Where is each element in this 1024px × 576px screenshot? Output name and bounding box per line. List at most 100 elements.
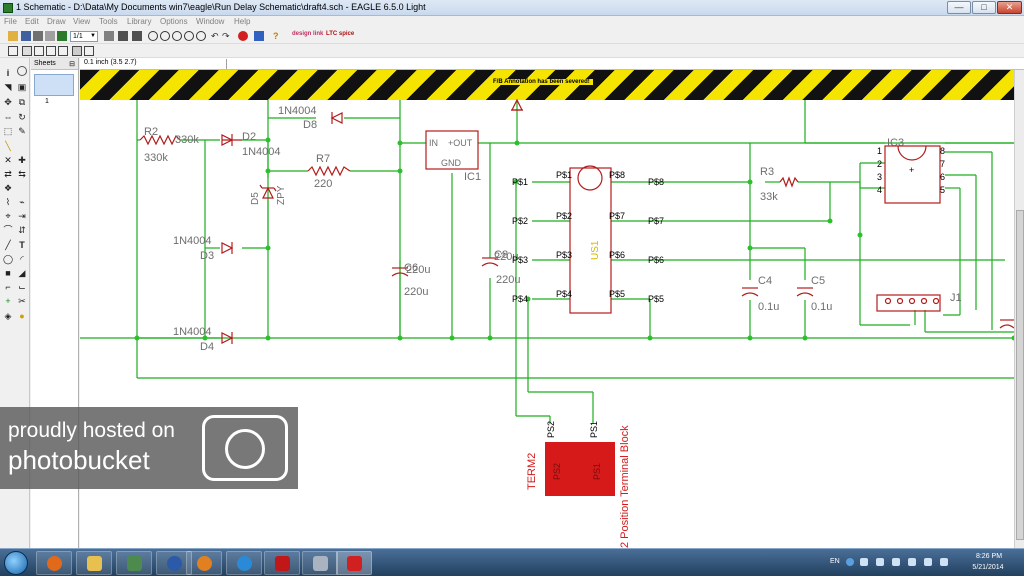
taskbar-eagle[interactable]: [336, 551, 372, 575]
c4-value-label: 0.1u: [758, 301, 779, 313]
volume-icon[interactable]: [940, 558, 948, 566]
info-panel-icon[interactable]: [58, 46, 68, 56]
device-tray-icon[interactable]: [908, 558, 916, 566]
tray-expand-icon[interactable]: [860, 558, 868, 566]
open-icon[interactable]: [8, 31, 18, 41]
mark-icon[interactable]: [46, 46, 56, 56]
save-icon[interactable]: [21, 31, 31, 41]
menu-file[interactable]: File: [4, 17, 17, 26]
text-icon[interactable]: T: [17, 240, 27, 250]
grid-icon[interactable]: [22, 46, 32, 56]
go-icon[interactable]: [254, 31, 264, 41]
group-icon[interactable]: ⬚: [3, 126, 13, 136]
maximize-button[interactable]: □: [972, 1, 996, 14]
smash-icon[interactable]: ⌖: [3, 211, 13, 221]
erc-icon[interactable]: ●: [17, 311, 27, 321]
redraw-icon[interactable]: [184, 31, 194, 41]
vertical-scrollbar[interactable]: [1014, 70, 1024, 548]
run-icon[interactable]: [132, 31, 142, 41]
taskbar-firefox[interactable]: [36, 551, 72, 575]
split-icon[interactable]: ⌇: [3, 197, 13, 207]
name-icon[interactable]: ❖: [3, 183, 13, 193]
menu-draw[interactable]: Draw: [47, 17, 66, 26]
minimize-button[interactable]: —: [947, 1, 971, 14]
miter-icon[interactable]: ⌒: [3, 225, 13, 235]
clock-date[interactable]: 5/21/2014: [966, 564, 1010, 571]
show-icon[interactable]: [17, 66, 27, 76]
mirror-icon[interactable]: ⇔: [3, 112, 13, 122]
wire-icon[interactable]: ╱: [3, 240, 13, 250]
scrollbar-thumb[interactable]: [1016, 210, 1024, 540]
zoom-select-icon[interactable]: [196, 31, 206, 41]
sheet-thumbnail[interactable]: [34, 74, 74, 96]
ulp-icon[interactable]: [118, 31, 128, 41]
properties-icon[interactable]: [84, 46, 94, 56]
menu-window[interactable]: Window: [196, 17, 224, 26]
taskbar-media-player[interactable]: [186, 551, 222, 575]
add-icon[interactable]: ✚: [17, 155, 27, 165]
pinswap-icon[interactable]: ⇄: [3, 169, 13, 179]
language-indicator[interactable]: EN: [830, 558, 840, 565]
menu-options[interactable]: Options: [160, 17, 188, 26]
undo-icon[interactable]: ↶: [211, 31, 221, 41]
zoom-out-icon[interactable]: [172, 31, 182, 41]
menu-edit[interactable]: Edit: [25, 17, 39, 26]
help-icon[interactable]: ?: [273, 31, 283, 41]
junction-icon[interactable]: +: [3, 296, 13, 306]
us1-pin-p4: P$4: [556, 289, 572, 299]
info-icon[interactable]: i: [3, 68, 13, 78]
pin-icon[interactable]: ⊟: [69, 60, 75, 68]
design-link-logo[interactable]: design link: [292, 31, 323, 37]
taskbar-acrobat[interactable]: [264, 551, 300, 575]
circle-icon[interactable]: ◯: [3, 254, 13, 264]
close-button[interactable]: ✕: [997, 1, 1022, 14]
replace-icon[interactable]: ⇆: [17, 169, 27, 179]
optimize-icon[interactable]: ⌁: [17, 197, 27, 207]
taskbar-ie[interactable]: [226, 551, 262, 575]
c5-value-label: 0.1u: [811, 301, 832, 313]
bus-icon[interactable]: ⌐: [3, 282, 13, 292]
display-icon[interactable]: [34, 46, 44, 56]
zoom-in-icon[interactable]: [160, 31, 170, 41]
start-button[interactable]: [4, 551, 28, 575]
mark-tool-icon[interactable]: ▣: [17, 82, 27, 92]
delete-icon[interactable]: ✕: [3, 155, 13, 165]
copy-icon[interactable]: ⧉: [17, 97, 27, 107]
stop-icon[interactable]: [238, 31, 248, 41]
board-icon[interactable]: [57, 31, 67, 41]
app-tray-icon[interactable]: [892, 558, 900, 566]
clock-time[interactable]: 8:26 PM: [972, 553, 1006, 560]
sheets-toggle-icon[interactable]: [72, 46, 82, 56]
script-icon[interactable]: [104, 31, 114, 41]
change-icon[interactable]: ✎: [17, 126, 27, 136]
taskbar-explorer[interactable]: [76, 551, 112, 575]
net-icon[interactable]: ⌙: [17, 282, 27, 292]
arc-icon[interactable]: ◜: [17, 254, 27, 264]
layer-icon[interactable]: [8, 46, 18, 56]
printer-tray-icon[interactable]: [876, 558, 884, 566]
sheet-select[interactable]: 1/1 ▼: [70, 31, 98, 42]
display-layers-icon[interactable]: ◥: [3, 82, 13, 92]
value-icon[interactable]: ⇥: [17, 211, 27, 221]
zoom-fit-icon[interactable]: [148, 31, 158, 41]
label-icon[interactable]: ✂: [17, 296, 27, 306]
rotate-icon[interactable]: ↻: [17, 112, 27, 122]
menu-help[interactable]: Help: [234, 17, 250, 26]
menu-tools[interactable]: Tools: [99, 17, 118, 26]
help-tray-icon[interactable]: [846, 558, 854, 566]
network-icon[interactable]: [924, 558, 932, 566]
paste-icon[interactable]: ╲: [3, 141, 13, 151]
menu-view[interactable]: View: [73, 17, 90, 26]
move-icon[interactable]: ✥: [3, 97, 13, 107]
ltc-spice-logo[interactable]: LTC spice: [326, 31, 354, 37]
invoke-icon[interactable]: ⇵: [17, 225, 27, 235]
polygon-icon[interactable]: ◢: [17, 268, 27, 278]
print-icon[interactable]: [33, 31, 43, 41]
rect-icon[interactable]: ■: [3, 268, 13, 278]
taskbar-camera-app[interactable]: [116, 551, 152, 575]
attribute-icon[interactable]: ◈: [3, 311, 13, 321]
cam-icon[interactable]: [45, 31, 55, 41]
menu-library[interactable]: Library: [127, 17, 151, 26]
taskbar-calculator[interactable]: [302, 551, 338, 575]
redo-icon[interactable]: ↷: [222, 31, 232, 41]
